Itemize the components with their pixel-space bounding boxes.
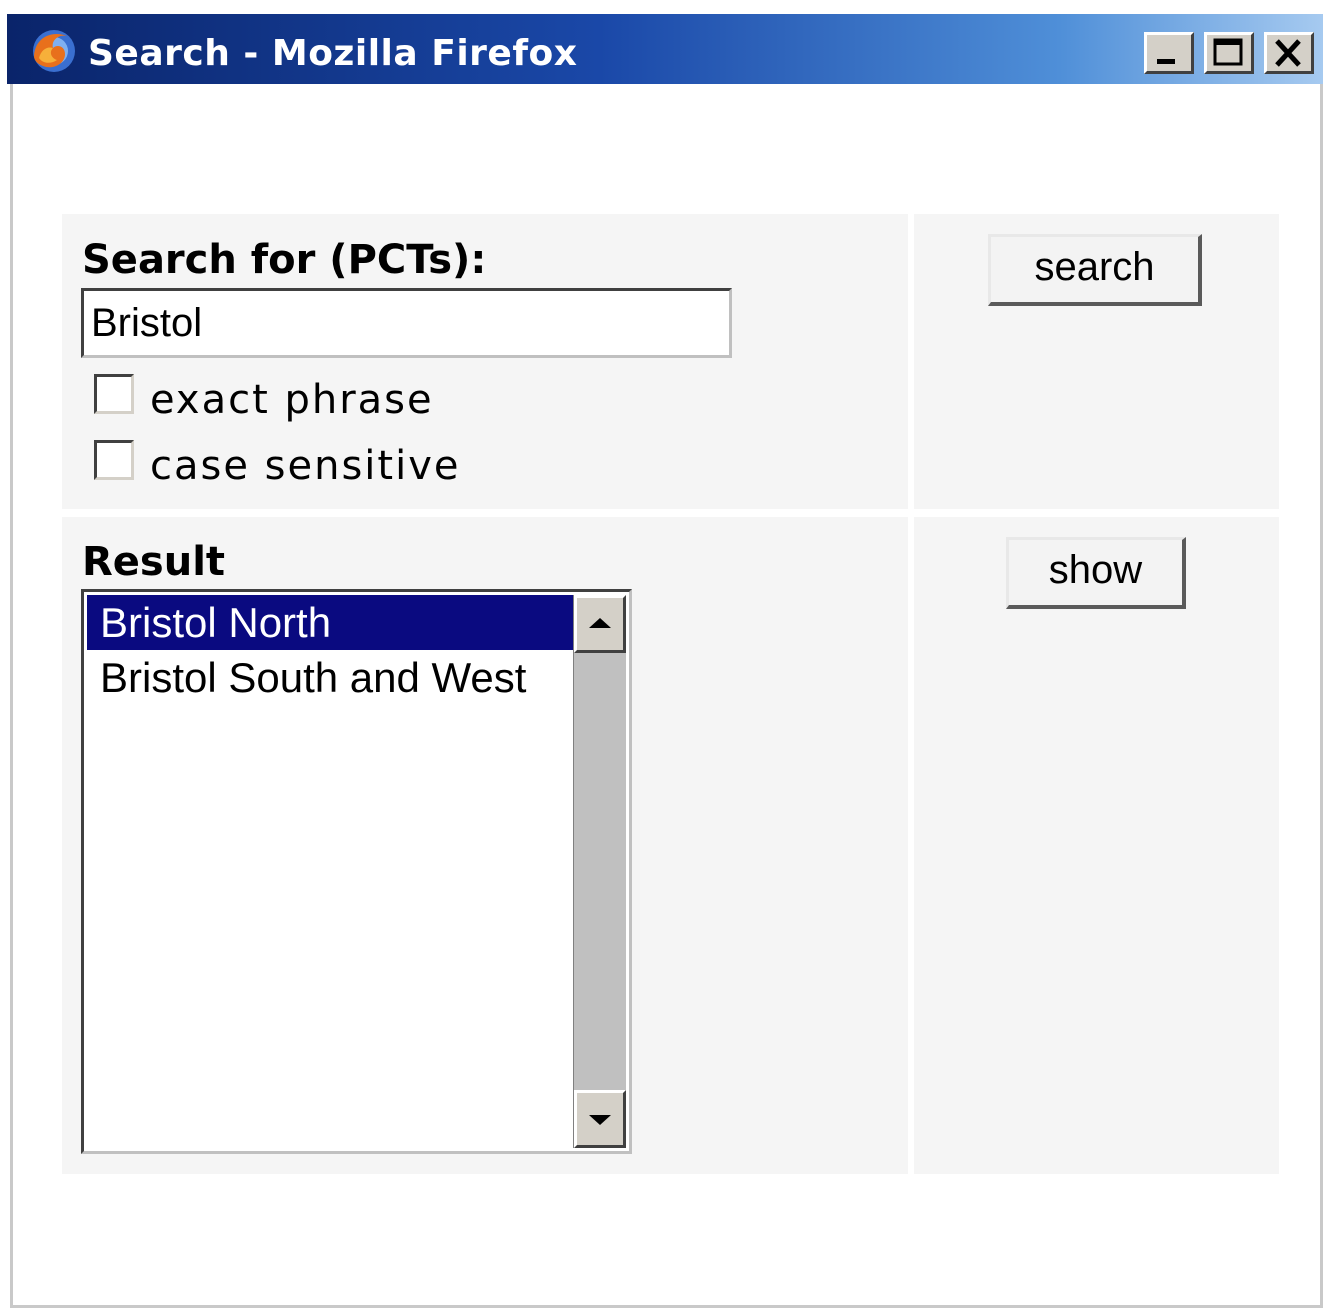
result-label: Result: [82, 539, 226, 585]
scroll-up-button[interactable]: [574, 595, 626, 653]
title-bar[interactable]: Search - Mozilla Firefox: [7, 14, 1323, 84]
maximize-icon: [1213, 38, 1243, 66]
case-sensitive-label: case sensitive: [150, 443, 461, 489]
search-for-label: Search for (PCTs):: [82, 237, 487, 283]
scroll-down-button[interactable]: [574, 1090, 626, 1148]
result-scrollbar[interactable]: [573, 595, 626, 1148]
exact-phrase-label: exact phrase: [150, 377, 434, 423]
firefox-icon: [33, 30, 75, 72]
result-item-bristol-south-and-west[interactable]: Bristol South and West: [87, 650, 576, 705]
close-icon: [1275, 39, 1301, 67]
scroll-down-icon: [589, 1115, 611, 1125]
maximize-button[interactable]: [1204, 32, 1254, 74]
close-button[interactable]: [1264, 32, 1314, 74]
result-action-panel: [914, 517, 1279, 1174]
search-input[interactable]: Bristol: [81, 288, 732, 358]
search-button[interactable]: search: [988, 234, 1202, 306]
exact-phrase-checkbox[interactable]: [94, 374, 134, 414]
show-button[interactable]: show: [1006, 537, 1186, 609]
minimize-button[interactable]: [1144, 32, 1194, 74]
minimize-icon: [1157, 59, 1175, 64]
case-sensitive-checkbox[interactable]: [94, 440, 134, 480]
result-item-bristol-north[interactable]: Bristol North: [87, 595, 576, 650]
result-listbox[interactable]: Bristol North Bristol South and West: [81, 589, 632, 1154]
scroll-up-icon: [589, 618, 611, 628]
window-title: Search - Mozilla Firefox: [88, 33, 578, 74]
